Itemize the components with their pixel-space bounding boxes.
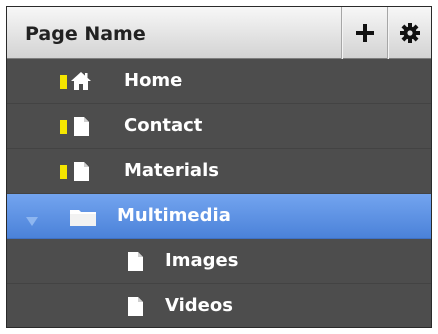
page-icon [127,296,144,321]
tree-item-label: Images [165,250,239,271]
plus-icon [355,24,374,42]
tree-item-label: Contact [124,115,203,136]
tree-row-materials[interactable]: Materials [7,149,431,194]
tree-row-home[interactable]: Home [7,59,431,104]
expand-triangle-icon[interactable] [25,212,39,231]
add-page-button[interactable] [342,7,387,59]
tree-item-label: Multimedia [117,205,231,226]
page-icon [73,116,90,141]
status-marker [60,165,67,179]
status-marker [60,75,67,89]
tree-item-label: Materials [124,160,219,181]
page-tree-list: Home Contact Materials Multimedia Images… [7,59,431,327]
tree-row-multimedia[interactable]: Multimedia [7,194,431,239]
tree-row-contact[interactable]: Contact [7,104,431,149]
column-header-title: Page Name [25,23,146,45]
tree-item-label: Home [124,70,183,91]
settings-button[interactable] [388,7,431,59]
page-icon [73,161,90,186]
folder-icon [69,207,97,231]
home-icon [70,71,92,95]
gear-icon [400,23,420,43]
tree-item-label: Videos [165,295,233,316]
page-icon [127,251,144,276]
page-tree-panel: Page Name Home Contact Materials Multime… [6,6,432,328]
page-tree-header: Page Name [7,7,431,59]
status-marker [60,120,67,134]
tree-row-videos[interactable]: Videos [7,284,431,327]
tree-row-images[interactable]: Images [7,239,431,284]
